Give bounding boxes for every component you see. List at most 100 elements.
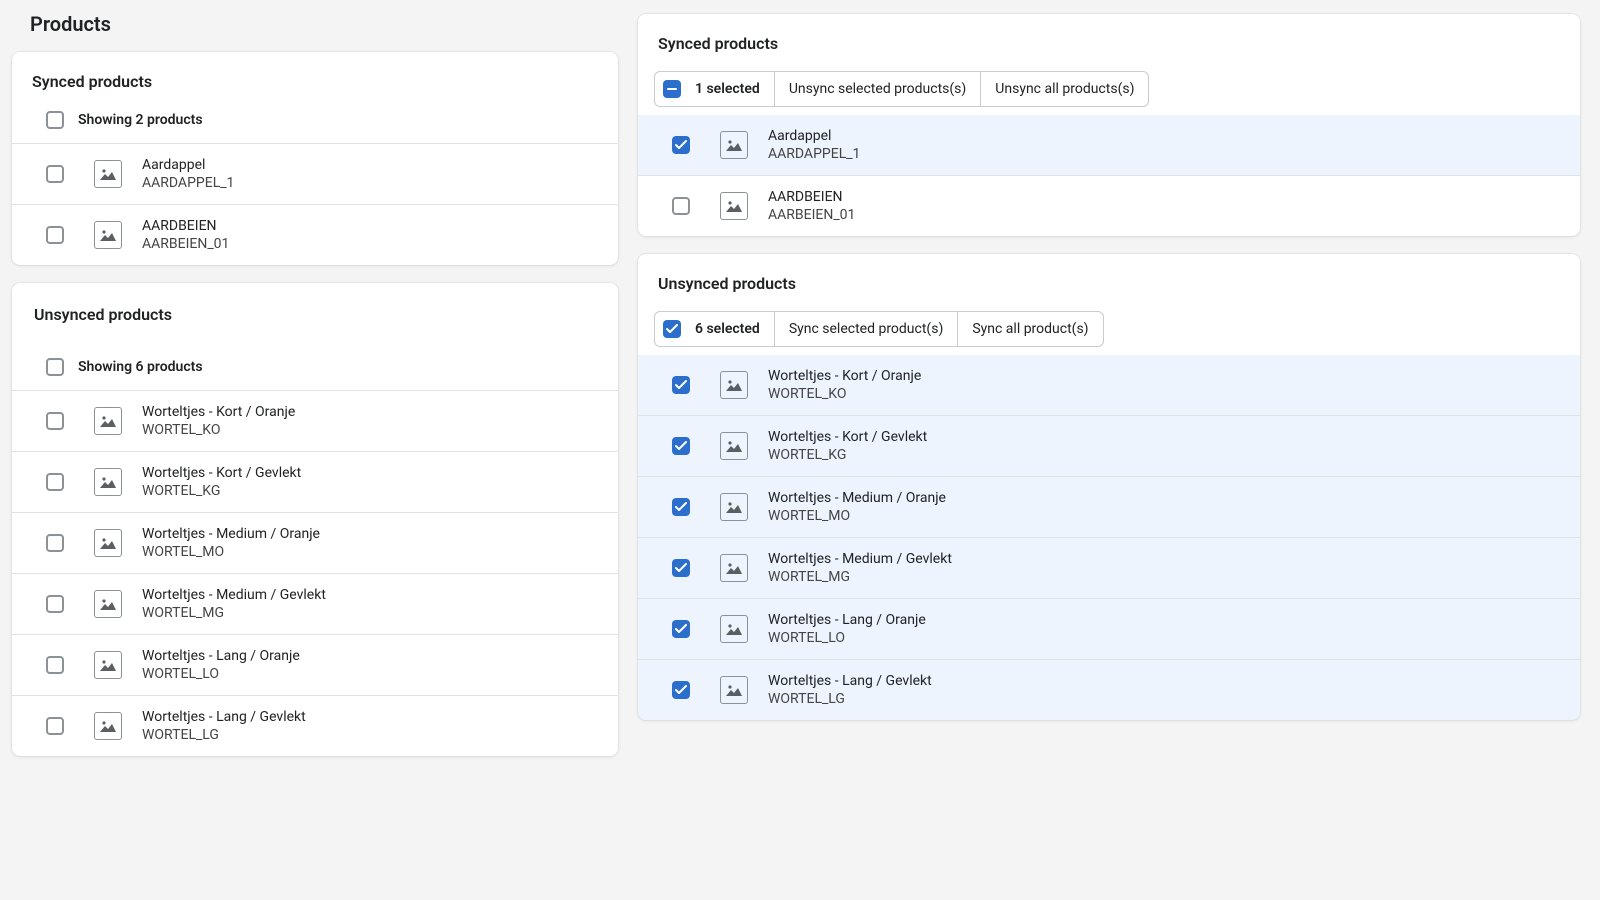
unsync-selected-button[interactable]: Unsync selected products(s) [775,72,981,106]
product-row[interactable]: Worteltjes - Kort / OranjeWORTEL_KO [12,391,618,452]
image-placeholder-icon [94,712,122,740]
unsync-all-button[interactable]: Unsync all products(s) [981,72,1148,106]
image-placeholder-icon [94,468,122,496]
row-checkbox[interactable] [672,681,690,699]
product-name: Worteltjes - Medium / Gevlekt [768,550,952,568]
row-checkbox[interactable] [46,473,64,491]
product-text: AARDBEIENAARBEIEN_01 [142,217,229,253]
product-row[interactable]: AARDBEIENAARBEIEN_01 [638,176,1580,236]
product-row[interactable]: AardappelAARDAPPEL_1 [638,115,1580,176]
sync-selected-button[interactable]: Sync selected product(s) [775,312,959,346]
product-name: Worteltjes - Lang / Oranje [142,647,300,665]
product-row[interactable]: Worteltjes - Kort / OranjeWORTEL_KO [638,355,1580,416]
right-unsynced-card: Unsynced products 6 selected Sync select… [638,254,1580,720]
page-title: Products [30,12,618,36]
row-checkbox[interactable] [672,559,690,577]
image-placeholder-icon [94,590,122,618]
product-text: Worteltjes - Kort / GevlektWORTEL_KG [768,428,927,464]
row-checkbox[interactable] [672,437,690,455]
row-checkbox[interactable] [46,595,64,613]
right-unsynced-action-bar: 6 selected Sync selected product(s) Sync… [638,303,1580,355]
product-row[interactable]: Worteltjes - Medium / OranjeWORTEL_MO [12,513,618,574]
product-row[interactable]: Worteltjes - Lang / OranjeWORTEL_LO [638,599,1580,660]
selected-count: 6 selected [695,321,760,337]
row-checkbox[interactable] [672,197,690,215]
product-row[interactable]: AardappelAARDAPPEL_1 [12,144,618,205]
product-text: Worteltjes - Medium / GevlektWORTEL_MG [142,586,326,622]
product-row[interactable]: Worteltjes - Kort / GevlektWORTEL_KG [12,452,618,513]
product-text: Worteltjes - Medium / OranjeWORTEL_MO [768,489,946,525]
product-row[interactable]: Worteltjes - Lang / OranjeWORTEL_LO [12,635,618,696]
product-row[interactable]: Worteltjes - Medium / GevlektWORTEL_MG [638,538,1580,599]
product-sku: WORTEL_LO [768,629,926,647]
action-group: 1 selected Unsync selected products(s) U… [654,71,1149,107]
product-name: Worteltjes - Kort / Gevlekt [142,464,301,482]
image-placeholder-icon [720,432,748,460]
left-synced-title: Synced products [12,52,618,101]
product-text: Worteltjes - Medium / GevlektWORTEL_MG [768,550,952,586]
image-placeholder-icon [720,192,748,220]
row-checkbox[interactable] [46,534,64,552]
product-row[interactable]: AARDBEIENAARBEIEN_01 [12,205,618,265]
image-placeholder-icon [720,676,748,704]
row-checkbox[interactable] [46,165,64,183]
product-text: Worteltjes - Kort / OranjeWORTEL_KO [142,403,295,439]
select-all-checkbox[interactable] [663,320,681,338]
row-checkbox[interactable] [672,620,690,638]
product-sku: WORTEL_MG [768,568,952,586]
product-text: Worteltjes - Lang / OranjeWORTEL_LO [142,647,300,683]
left-unsynced-showing: Showing 6 products [78,359,203,375]
action-group: 6 selected Sync selected product(s) Sync… [654,311,1104,347]
product-name: Worteltjes - Medium / Oranje [768,489,946,507]
product-row[interactable]: Worteltjes - Lang / GevlektWORTEL_LG [638,660,1580,720]
product-text: Worteltjes - Kort / OranjeWORTEL_KO [768,367,921,403]
image-placeholder-icon [720,554,748,582]
row-checkbox[interactable] [672,376,690,394]
product-row[interactable]: Worteltjes - Lang / GevlektWORTEL_LG [12,696,618,756]
left-unsynced-header-row: Showing 6 products [12,348,618,391]
row-checkbox[interactable] [672,498,690,516]
product-sku: AARBEIEN_01 [768,206,855,224]
left-synced-header-row: Showing 2 products [12,101,618,144]
product-sku: WORTEL_KO [768,385,921,403]
image-placeholder-icon [94,529,122,557]
product-sku: WORTEL_KG [768,446,927,464]
product-name: Worteltjes - Kort / Oranje [768,367,921,385]
select-all-checkbox[interactable] [46,358,64,376]
product-sku: WORTEL_LG [768,690,932,708]
image-placeholder-icon [720,615,748,643]
selected-count: 1 selected [695,81,760,97]
product-name: AARDBEIEN [768,188,855,206]
product-row[interactable]: Worteltjes - Kort / GevlektWORTEL_KG [638,416,1580,477]
product-name: Worteltjes - Medium / Gevlekt [142,586,326,604]
right-synced-card: Synced products 1 selected Unsync select… [638,14,1580,236]
product-sku: AARDAPPEL_1 [142,174,234,192]
product-text: Worteltjes - Lang / OranjeWORTEL_LO [768,611,926,647]
image-placeholder-icon [94,160,122,188]
product-sku: AARBEIEN_01 [142,235,229,253]
product-sku: WORTEL_LO [142,665,300,683]
product-text: AardappelAARDAPPEL_1 [142,156,234,192]
product-text: Worteltjes - Lang / GevlektWORTEL_LG [142,708,306,744]
sync-all-button[interactable]: Sync all product(s) [958,312,1102,346]
right-synced-action-bar: 1 selected Unsync selected products(s) U… [638,63,1580,115]
row-checkbox[interactable] [46,412,64,430]
row-checkbox[interactable] [46,656,64,674]
select-all-checkbox[interactable] [46,111,64,129]
image-placeholder-icon [720,131,748,159]
product-row[interactable]: Worteltjes - Medium / GevlektWORTEL_MG [12,574,618,635]
product-text: Worteltjes - Kort / GevlektWORTEL_KG [142,464,301,500]
row-checkbox[interactable] [672,136,690,154]
select-all-checkbox[interactable] [663,80,681,98]
product-sku: WORTEL_LG [142,726,306,744]
image-placeholder-icon [720,371,748,399]
left-synced-card: Synced products Showing 2 products Aarda… [12,52,618,265]
product-text: Worteltjes - Lang / GevlektWORTEL_LG [768,672,932,708]
left-unsynced-card: Unsynced products Showing 6 products Wor… [12,283,618,756]
row-checkbox[interactable] [46,226,64,244]
product-sku: WORTEL_MO [142,543,320,561]
left-unsynced-title: Unsynced products [12,283,618,348]
row-checkbox[interactable] [46,717,64,735]
product-text: Worteltjes - Medium / OranjeWORTEL_MO [142,525,320,561]
product-row[interactable]: Worteltjes - Medium / OranjeWORTEL_MO [638,477,1580,538]
